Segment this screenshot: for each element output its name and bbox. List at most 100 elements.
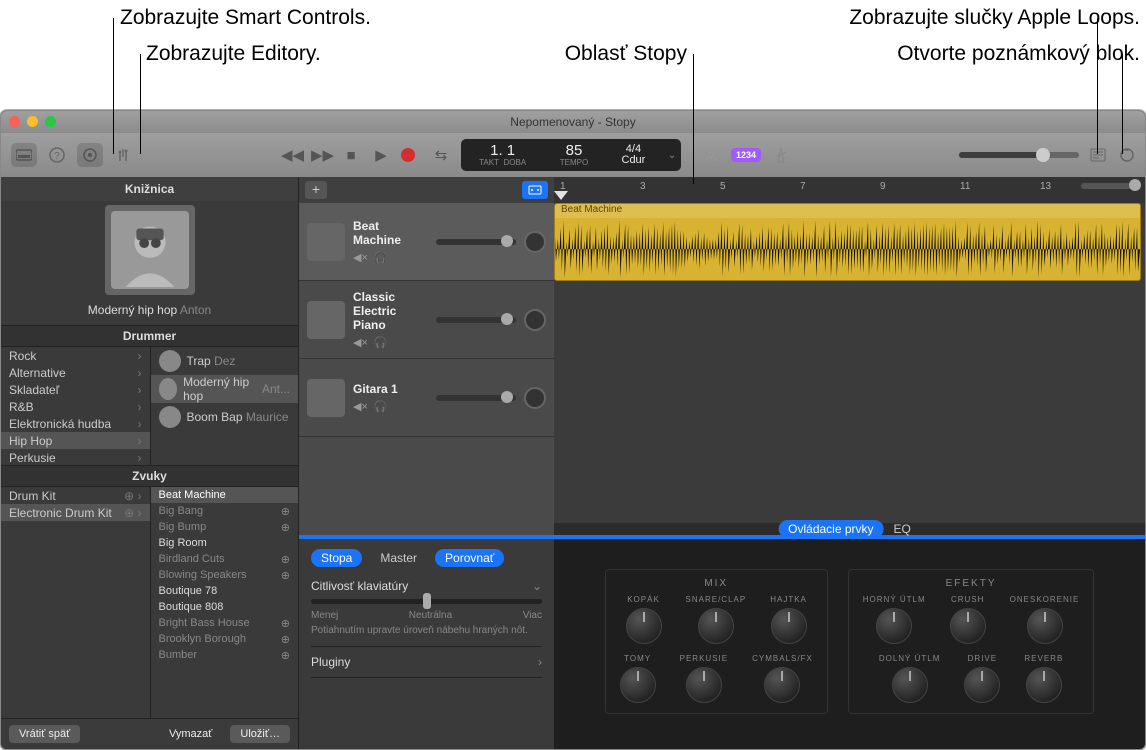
tuner-icon[interactable] [701,148,721,162]
audio-region[interactable]: Beat Machine [554,203,1141,281]
knob-oneskorenie[interactable]: ONESKORENIE [1010,595,1080,644]
drummer-item[interactable]: Moderný hip hop Ant... [151,375,299,403]
anno-tracks-area: Oblasť Stopy [557,42,687,66]
track-header[interactable]: Beat Machine◀×🎧 [299,203,554,281]
save-button[interactable]: Uložiť… [230,725,290,743]
knob-horn-tlm[interactable]: HORNÝ ÚTLM [863,595,926,644]
sound-item[interactable]: Bumber⊕ [151,647,299,663]
mode-controls[interactable]: Ovládacie prvky [778,520,883,538]
help-icon[interactable]: ? [47,147,67,163]
automation-toggle[interactable] [522,181,548,199]
track-volume-slider[interactable] [436,317,516,323]
sound-item[interactable]: Bright Bass House⊕ [151,615,299,631]
genre-item[interactable]: Rock› [1,347,150,364]
horizontal-zoom-slider[interactable] [1081,183,1141,189]
ruler-mark: 11 [960,181,970,192]
library-toggle-button[interactable] [11,143,37,167]
record-button[interactable] [401,148,421,162]
genre-item[interactable]: Skladateľ› [1,381,150,398]
kit-item[interactable]: Electronic Drum Kit⊕ › [1,504,150,521]
forward-button[interactable]: ▶▶ [311,146,331,164]
sound-item[interactable]: Boutique 808 [151,599,299,615]
master-volume-slider[interactable] [959,152,1079,158]
cycle-button[interactable]: ⇆ [431,146,451,164]
anno-notepad: Otvorte poznámkový blok. [897,42,1140,66]
lcd-tempo: 85 [544,143,603,158]
plugins-label[interactable]: Pluginy [311,655,350,669]
ruler[interactable]: 135791113 [554,177,1145,203]
sound-item[interactable]: Blowing Speakers⊕ [151,567,299,583]
undo-button[interactable]: Vrátiť späť [9,725,80,743]
track-icon [307,301,345,339]
genre-item[interactable]: Alternative› [1,364,150,381]
count-in-badge[interactable]: 1234 [731,148,761,162]
knob-snare-clap[interactable]: SNARE/CLAP [686,595,747,644]
pan-knob[interactable] [524,231,546,253]
pan-knob[interactable] [524,387,546,409]
maximize-icon[interactable] [45,116,56,127]
add-track-button[interactable]: + [305,181,327,199]
smart-controls-button[interactable] [77,143,103,167]
mute-icon[interactable]: ◀× [353,251,368,264]
mode-eq[interactable]: EQ [884,520,921,538]
tracks-area[interactable]: 135791113 Beat Machine [554,177,1145,535]
sound-item[interactable]: Big Bang⊕ [151,503,299,519]
knob-crush[interactable]: CRUSH [950,595,986,644]
notepad-button[interactable] [1088,148,1108,162]
sensitivity-slider[interactable] [311,599,542,604]
tab-master[interactable]: Master [370,549,427,567]
knob-kop-k[interactable]: KOPÁK [626,595,662,644]
play-button[interactable]: ▶ [371,146,391,164]
knob-drive[interactable]: DRIVE [964,654,1000,703]
editors-button[interactable] [113,148,133,162]
kit-item[interactable]: Drum Kit⊕ › [1,487,150,504]
genre-item[interactable]: R&B› [1,398,150,415]
pan-knob[interactable] [524,309,546,331]
apple-loops-button[interactable] [1117,147,1137,163]
genre-item[interactable]: Perkusie› [1,449,150,465]
headphone-icon[interactable]: 🎧 [374,336,388,349]
mute-icon[interactable]: ◀× [353,400,368,413]
region-label: Beat Machine [555,204,1140,218]
delete-button[interactable]: Vymazať [159,725,222,743]
genre-item[interactable]: Hip Hop› [1,432,150,449]
track-volume-slider[interactable] [436,239,516,245]
drummer-item[interactable]: Trap Dez [151,347,299,375]
sens-less-label: Menej [311,610,338,621]
drummer-item[interactable]: Boom Bap Maurice [151,403,299,431]
lcd-display[interactable]: 1. 1 TAKT DOBA 85 TEMPO 4/4 Cdur ⌄ [461,139,681,171]
knob-tomy[interactable]: TOMY [620,654,656,703]
chevron-down-icon[interactable]: ⌄ [532,579,542,593]
sound-item[interactable]: Beat Machine [151,487,299,503]
knob-reverb[interactable]: REVERB [1024,654,1063,703]
tab-compare[interactable]: Porovnať [435,549,504,567]
mix-group: MIX KOPÁKSNARE/CLAPHAJTKA TOMYPERKUSIECY… [605,569,828,714]
knob-cymbals-fx[interactable]: CYMBALS/FX [752,654,813,703]
metronome-icon[interactable] [771,147,791,163]
track-volume-slider[interactable] [436,395,516,401]
track-header[interactable]: Classic Electric Piano◀×🎧 [299,281,554,359]
headphone-icon[interactable]: 🎧 [374,400,388,413]
knob-doln-tlm[interactable]: DOLNÝ ÚTLM [879,654,941,703]
sound-item[interactable]: Big Room [151,535,299,551]
sound-item[interactable]: Brooklyn Borough⊕ [151,631,299,647]
sound-item[interactable]: Boutique 78 [151,583,299,599]
stop-button[interactable]: ■ [341,147,361,164]
smart-controls-panel: Stopa Master Porovnať Citlivosť klaviatú… [299,537,1145,749]
minimize-icon[interactable] [27,116,38,127]
tab-track[interactable]: Stopa [311,549,362,567]
sound-item[interactable]: Big Bump⊕ [151,519,299,535]
rewind-button[interactable]: ◀◀ [281,146,301,164]
ruler-mark: 3 [640,181,646,192]
knob-perkusie[interactable]: PERKUSIE [680,654,728,703]
genre-list: Rock›Alternative›Skladateľ›R&B›Elektroni… [1,347,150,465]
app-window: Nepomenovaný - Stopy ? ◀◀ ▶▶ ■ ▶ ⇆ 1. 1 … [0,110,1146,750]
chevron-right-icon[interactable]: › [538,655,542,669]
headphone-icon[interactable]: 🎧 [374,251,388,264]
track-header[interactable]: Gitara 1◀×🎧 [299,359,554,437]
knob-hajtka[interactable]: HAJTKA [770,595,807,644]
close-icon[interactable] [9,116,20,127]
sound-item[interactable]: Birdland Cuts⊕ [151,551,299,567]
mute-icon[interactable]: ◀× [353,336,368,349]
genre-item[interactable]: Elektronická hudba› [1,415,150,432]
